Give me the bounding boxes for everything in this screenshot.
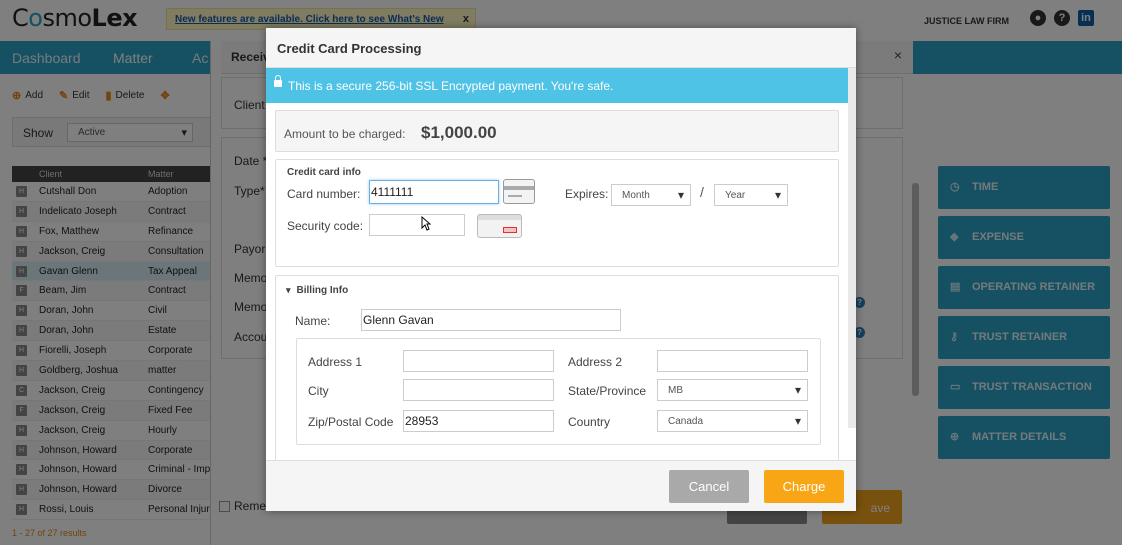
charge-button[interactable]: Charge bbox=[764, 470, 844, 503]
address2-input[interactable] bbox=[657, 350, 808, 372]
billing-info-fieldset: ▾ Billing Info Name: Glenn Gavan Address … bbox=[275, 275, 839, 460]
zip-input[interactable]: 28953 bbox=[403, 410, 554, 432]
mouse-cursor-icon bbox=[421, 216, 431, 231]
modal-title: Credit Card Processing bbox=[277, 41, 422, 56]
cancel-button[interactable]: Cancel bbox=[669, 470, 749, 503]
chevron-down-icon: ▾ bbox=[286, 285, 291, 295]
credit-card-fieldset: Credit card info Card number: 4111111 Ex… bbox=[275, 159, 839, 267]
address-box: Address 1 Address 2 City State/Province … bbox=[296, 338, 821, 445]
security-code-input[interactable] bbox=[369, 214, 465, 236]
cvv-card-icon bbox=[477, 214, 522, 238]
address1-input[interactable] bbox=[403, 350, 554, 372]
name-input[interactable]: Glenn Gavan bbox=[361, 309, 621, 331]
city-label: City bbox=[308, 384, 329, 398]
zip-label: Zip/Postal Code bbox=[308, 415, 394, 429]
amount-label: Amount to be charged: bbox=[284, 127, 406, 141]
expiry-month-select[interactable]: Month bbox=[611, 184, 691, 206]
lock-icon bbox=[274, 75, 282, 89]
modal-body: This is a secure 256-bit SSL Encrypted p… bbox=[266, 68, 856, 460]
credit-card-icon bbox=[503, 179, 535, 204]
card-number-label: Card number: bbox=[287, 187, 361, 201]
credit-card-legend: Credit card info bbox=[287, 167, 361, 178]
ssl-message: This is a secure 256-bit SSL Encrypted p… bbox=[288, 79, 614, 93]
state-select[interactable]: MB bbox=[657, 379, 808, 401]
state-label: State/Province bbox=[568, 384, 647, 398]
expiry-year-select[interactable]: Year bbox=[714, 184, 788, 206]
name-label: Name: bbox=[295, 314, 331, 328]
address1-label: Address 1 bbox=[308, 355, 363, 369]
expiry-separator: / bbox=[700, 184, 704, 200]
modal-title-bar: Credit Card Processing bbox=[266, 28, 856, 68]
expires-label: Expires: bbox=[565, 187, 609, 201]
ssl-banner: This is a secure 256-bit SSL Encrypted p… bbox=[266, 68, 848, 103]
modal-scrollbar[interactable] bbox=[848, 68, 856, 428]
address2-label: Address 2 bbox=[568, 355, 623, 369]
card-number-input[interactable]: 4111111 bbox=[369, 180, 499, 204]
security-code-label: Security code: bbox=[287, 219, 364, 233]
country-label: Country bbox=[568, 415, 611, 429]
modal-footer: Cancel Charge bbox=[266, 460, 856, 511]
country-select[interactable]: Canada bbox=[657, 410, 808, 432]
amount-box: Amount to be charged: $1,000.00 bbox=[275, 110, 839, 152]
city-input[interactable] bbox=[403, 379, 554, 401]
credit-card-modal: Credit Card Processing This is a secure … bbox=[266, 28, 856, 511]
amount-value: $1,000.00 bbox=[421, 123, 497, 142]
billing-info-toggle[interactable]: ▾ Billing Info bbox=[286, 285, 348, 296]
